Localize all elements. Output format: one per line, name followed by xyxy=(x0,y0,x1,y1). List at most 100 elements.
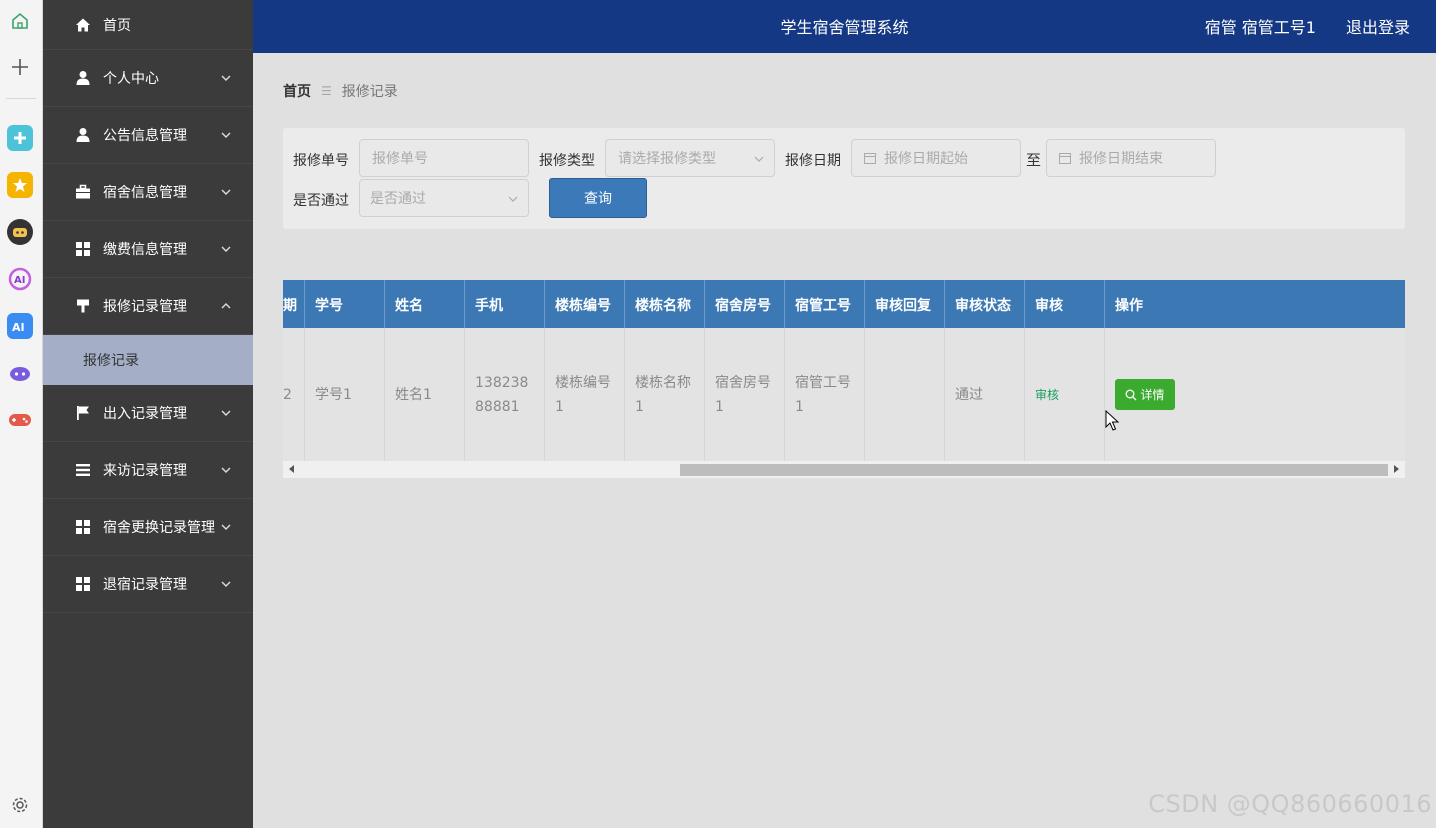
breadcrumb-separator-icon: ☰ xyxy=(321,84,332,98)
date-start-input[interactable]: 报修日期起始 xyxy=(851,139,1021,177)
search-icon xyxy=(1126,389,1137,400)
cell-student-no: 学号1 xyxy=(305,328,385,461)
query-button[interactable]: 查询 xyxy=(549,178,647,218)
scroll-left-icon[interactable] xyxy=(288,465,296,473)
ai-square-icon[interactable]: AI xyxy=(7,313,33,339)
sidebar-item-repair[interactable]: 报修记录管理 xyxy=(43,278,253,335)
current-user: 宿管 宿管工号1 xyxy=(1204,18,1316,37)
scroll-right-icon[interactable] xyxy=(1392,465,1400,473)
mouse-pointer-icon xyxy=(1105,410,1119,431)
column-header: 宿管工号 xyxy=(785,280,865,328)
ai-ring-icon[interactable]: AI xyxy=(7,266,33,292)
sidebar-item-label: 缴费信息管理 xyxy=(103,242,187,258)
chevron-down-icon xyxy=(221,246,231,252)
hammer-icon xyxy=(75,298,91,314)
chevron-down-icon xyxy=(221,524,231,530)
scrollbar-thumb[interactable] xyxy=(680,464,1388,476)
column-header: 期 xyxy=(283,280,305,328)
cell-name: 姓名1 xyxy=(385,328,465,461)
user-icon xyxy=(75,127,91,143)
sidebar-item-label: 宿舍更换记录管理 xyxy=(103,520,215,536)
repair-records-table: 期 学号 姓名 手机 楼栋编号 楼栋名称 宿舍房号 宿管工号 审核回复 审核状态… xyxy=(283,280,1405,478)
top-header: 学生宿舍管理系统 宿管 宿管工号1 退出登录 xyxy=(253,0,1436,53)
watermark: CSDN @QQ860660016 xyxy=(1148,790,1432,818)
sidebar-item-access-records[interactable]: 出入记录管理 xyxy=(43,385,253,442)
column-header: 审核状态 xyxy=(945,280,1025,328)
date-end-input[interactable]: 报修日期结束 xyxy=(1046,139,1216,177)
detail-button-label: 详情 xyxy=(1140,387,1165,402)
cell-actions: 详情 xyxy=(1105,328,1405,461)
chevron-down-icon xyxy=(221,581,231,587)
repair-no-placeholder: 报修单号 xyxy=(372,151,428,167)
ghost-icon[interactable] xyxy=(7,360,33,386)
settings-icon[interactable] xyxy=(7,792,33,818)
cell-building-no: 楼栋编号1 xyxy=(545,328,625,461)
chevron-down-icon xyxy=(221,75,231,81)
approved-select[interactable]: 是否通过 xyxy=(359,179,529,217)
column-header: 学号 xyxy=(305,280,385,328)
audit-link[interactable]: 审核 xyxy=(1035,383,1059,407)
search-panel: 报修单号 报修单号 报修类型 请选择报修类型 报修日期 报修日期起始 至 报修日… xyxy=(283,128,1405,229)
approved-label: 是否通过 xyxy=(293,193,349,209)
bot-icon[interactable] xyxy=(7,219,33,245)
sidebar-item-personal-center[interactable]: 个人中心 xyxy=(43,50,253,107)
home-icon[interactable] xyxy=(7,8,33,34)
chevron-down-icon xyxy=(221,410,231,416)
sidebar-item-label: 公告信息管理 xyxy=(103,128,187,144)
svg-text:AI: AI xyxy=(14,275,25,286)
sidebar-subitem-repair-records[interactable]: 报修记录 xyxy=(43,335,253,385)
breadcrumb-home[interactable]: 首页 xyxy=(283,81,311,101)
home-icon xyxy=(75,17,91,33)
cell-room-no: 宿舍房号1 xyxy=(705,328,785,461)
sidebar-item-label: 出入记录管理 xyxy=(103,406,187,422)
cell-phone: 13823888881 xyxy=(465,328,545,461)
sidebar: 首页 个人中心 公告信息管理 宿舍信息管理 缴费信息管理 报修记录管理 报修记录… xyxy=(43,0,253,828)
add-icon[interactable] xyxy=(7,54,33,80)
sidebar-item-label: 来访记录管理 xyxy=(103,463,187,479)
breadcrumb: 首页 ☰ 报修记录 xyxy=(283,81,398,101)
chevron-up-icon xyxy=(221,303,231,309)
repair-no-label: 报修单号 xyxy=(293,153,349,169)
chevron-down-icon xyxy=(221,467,231,473)
repair-type-select[interactable]: 请选择报修类型 xyxy=(605,139,775,177)
logout-link[interactable]: 退出登录 xyxy=(1346,14,1410,38)
detail-button[interactable]: 详情 xyxy=(1115,379,1175,410)
svg-text:AI: AI xyxy=(12,321,25,334)
sidebar-item-dorm-change[interactable]: 宿舍更换记录管理 xyxy=(43,499,253,556)
grid-icon xyxy=(75,241,91,257)
gamepad-icon[interactable] xyxy=(7,407,33,433)
repair-no-input[interactable]: 报修单号 xyxy=(359,139,529,177)
repair-type-placeholder: 请选择报修类型 xyxy=(618,151,716,167)
sidebar-item-label: 报修记录管理 xyxy=(103,299,187,315)
grid-icon xyxy=(75,519,91,535)
column-header: 审核 xyxy=(1025,280,1105,328)
column-header: 宿舍房号 xyxy=(705,280,785,328)
star-icon[interactable] xyxy=(7,172,33,198)
sidebar-item-label: 宿舍信息管理 xyxy=(103,185,187,201)
sidebar-item-payment[interactable]: 缴费信息管理 xyxy=(43,221,253,278)
column-header: 操作 xyxy=(1115,298,1143,314)
sidebar-item-notice[interactable]: 公告信息管理 xyxy=(43,107,253,164)
app-cross-icon[interactable] xyxy=(7,125,33,151)
chevron-down-icon xyxy=(508,196,518,202)
cell-building-name: 楼栋名称1 xyxy=(625,328,705,461)
briefcase-icon xyxy=(75,184,91,200)
chevron-down-icon xyxy=(221,132,231,138)
grid-icon xyxy=(75,576,91,592)
column-header: 楼栋名称 xyxy=(625,280,705,328)
column-header: 楼栋编号 xyxy=(545,280,625,328)
cell-partial: 2 xyxy=(283,328,305,461)
sidebar-item-visit-records[interactable]: 来访记录管理 xyxy=(43,442,253,499)
sidebar-item-dorm-info[interactable]: 宿舍信息管理 xyxy=(43,164,253,221)
breadcrumb-current: 报修记录 xyxy=(341,84,398,100)
calendar-icon xyxy=(864,153,876,164)
cell-status: 通过 xyxy=(945,328,1025,461)
user-icon xyxy=(75,70,91,86)
chevron-down-icon xyxy=(754,156,764,162)
sidebar-item-home[interactable]: 首页 xyxy=(43,0,253,50)
column-header: 手机 xyxy=(465,280,545,328)
sidebar-item-checkout[interactable]: 退宿记录管理 xyxy=(43,556,253,613)
sidebar-item-label: 退宿记录管理 xyxy=(103,577,187,593)
table-row: 2 学号1 姓名1 13823888881 楼栋编号1 楼栋名称1 宿舍房号1 … xyxy=(283,328,1405,461)
horizontal-scrollbar[interactable] xyxy=(283,461,1405,478)
